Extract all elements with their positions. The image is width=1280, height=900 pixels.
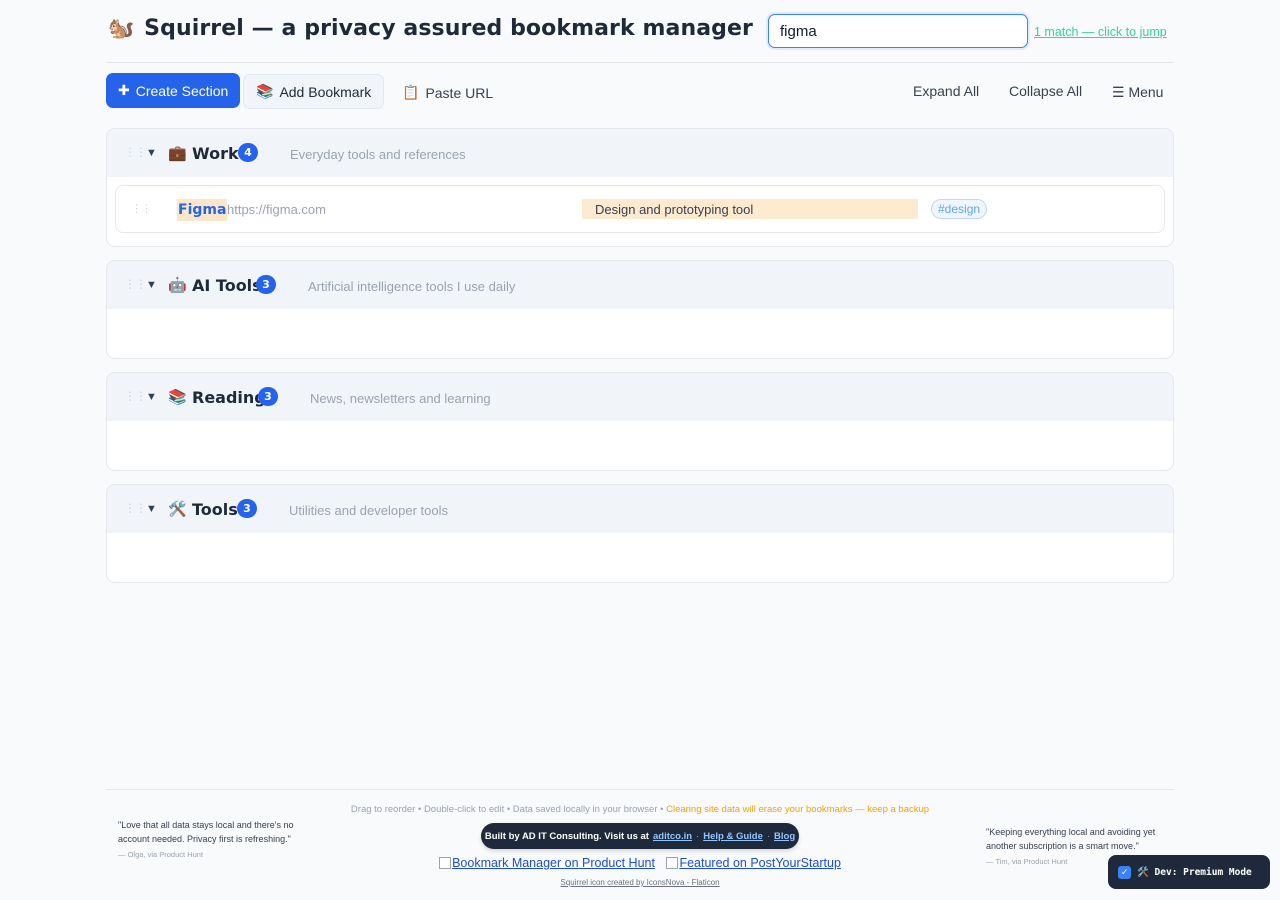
section-description: News, newsletters and learning [310, 391, 491, 406]
expand-all-button[interactable]: Expand All [901, 73, 991, 108]
separator: · [766, 830, 771, 842]
blog-link[interactable]: Blog [774, 831, 795, 842]
product-hunt-link[interactable]: Bookmark Manager on Product Hunt [439, 856, 655, 870]
count-badge: 3 [258, 387, 278, 406]
menu-button[interactable]: ☰ Menu [1100, 75, 1175, 110]
footer-hint: Drag to reorder • Double-click to edit •… [0, 804, 1280, 815]
plus-icon: ✚ [118, 82, 130, 98]
app-title: 🐿️ Squirrel — a privacy assured bookmark… [108, 16, 753, 41]
icon-credit: Squirrel icon created by IconsNova - Fla… [0, 878, 1280, 887]
collapse-all-button[interactable]: Collapse All [997, 73, 1094, 108]
built-by-banner: Built by AD IT Consulting. Visit us at a… [481, 823, 799, 849]
drag-handle-icon[interactable]: ⋮⋮ [131, 202, 152, 215]
section-description: Everyday tools and references [290, 147, 466, 162]
testimonial-author: — Olga, via Product Hunt [118, 850, 204, 859]
page-title: Squirrel — a privacy assured bookmark ma… [144, 16, 753, 41]
product-hunt-label: Bookmark Manager on Product Hunt [452, 856, 655, 870]
count-badge: 4 [238, 143, 258, 162]
search-match-link[interactable]: 1 match — click to jump [1034, 25, 1167, 39]
drag-handle-icon[interactable]: ⋮⋮ [124, 502, 147, 514]
testimonial-text: "Love that all data stays local and ther… [118, 820, 294, 844]
count-badge: 3 [237, 499, 257, 518]
section-header[interactable]: ⋮⋮ ▼ 📚 Reading 3 News, newsletters and l… [107, 373, 1173, 421]
section-tools: ⋮⋮ ▼ 🛠️ Tools 3 Utilities and developer … [106, 484, 1174, 583]
help-guide-link[interactable]: Help & Guide [703, 831, 763, 842]
collapse-toggle-icon[interactable]: ▼ [146, 391, 157, 403]
broken-image-icon [666, 857, 679, 869]
section-title: AI Tools [192, 276, 262, 295]
site-link[interactable]: aditco.in [653, 831, 692, 842]
footer-warning: Clearing site data will erase your bookm… [666, 804, 930, 815]
broken-image-icon [439, 857, 452, 869]
briefcase-icon: 💼 [168, 145, 187, 162]
bookmark-tag[interactable]: #design [931, 199, 988, 219]
drag-handle-icon[interactable]: ⋮⋮ [124, 278, 147, 290]
clipboard-icon: 📋 [402, 84, 420, 100]
collapse-toggle-icon[interactable]: ▼ [146, 147, 157, 159]
bookmark-name[interactable]: Figma [177, 199, 228, 221]
section-ai-tools: ⋮⋮ ▼ 🤖 AI Tools 3 Artificial intelligenc… [106, 260, 1174, 359]
separator: · [696, 830, 700, 842]
robot-icon: 🤖 [168, 277, 187, 294]
header: 🐿️ Squirrel — a privacy assured bookmark… [106, 0, 1174, 63]
collapse-toggle-icon[interactable]: ▼ [146, 279, 157, 291]
section-title: Work [192, 144, 239, 163]
bookmark-row[interactable]: ⋮⋮ Figma https://figma.com Design and pr… [115, 185, 1165, 233]
add-bookmark-label: Add Bookmark [279, 83, 372, 100]
count-badge: 3 [256, 275, 276, 294]
paste-url-button[interactable]: 📋 Paste URL [390, 75, 505, 110]
footer-hint-text: Drag to reorder • Double-click to edit •… [350, 804, 667, 815]
collapse-toggle-icon[interactable]: ▼ [146, 503, 157, 515]
drag-handle-icon[interactable]: ⋮⋮ [124, 146, 147, 158]
section-description: Artificial intelligence tools I use dail… [308, 279, 516, 294]
dev-toggle-label: 🛠️ Dev: Premium Mode [1137, 866, 1252, 878]
paste-url-label: Paste URL [425, 84, 494, 101]
books-icon: 📚 [168, 389, 187, 406]
section-work: ⋮⋮ ▼ 💼 Work 4 Everyday tools and referen… [106, 128, 1174, 247]
bookmark-url: https://figma.com [227, 202, 326, 217]
section-header[interactable]: ⋮⋮ ▼ 🤖 AI Tools 3 Artificial intelligenc… [107, 261, 1173, 309]
postyourstartup-link[interactable]: Featured on PostYourStartup [666, 856, 841, 870]
section-title: Tools [192, 500, 238, 519]
dev-premium-toggle[interactable]: ✓ 🛠️ Dev: Premium Mode [1108, 855, 1270, 889]
books-icon: 📚 [256, 83, 274, 99]
search-input[interactable] [768, 14, 1028, 48]
tools-icon: 🛠️ [168, 501, 187, 518]
testimonial-text: "Keeping everything local and avoiding y… [986, 827, 1156, 851]
built-by-text: Built by AD IT Consulting. Visit us at [484, 830, 649, 842]
squirrel-logo-icon: 🐿️ [108, 17, 135, 40]
icon-credit-link[interactable]: Squirrel icon created by IconsNova - Fla… [560, 878, 719, 887]
postyourstartup-label: Featured on PostYourStartup [679, 856, 841, 870]
section-reading: ⋮⋮ ▼ 📚 Reading 3 News, newsletters and l… [106, 372, 1174, 471]
testimonial-left: "Love that all data stays local and ther… [118, 818, 296, 862]
add-bookmark-button[interactable]: 📚 Add Bookmark [243, 74, 385, 109]
create-section-button[interactable]: ✚ Create Section [106, 73, 241, 108]
section-description: Utilities and developer tools [289, 503, 448, 518]
footer-divider [106, 789, 1174, 790]
section-header[interactable]: ⋮⋮ ▼ 💼 Work 4 Everyday tools and referen… [107, 129, 1173, 177]
toolbar: ✚ Create Section 📚 Add Bookmark 📋 Paste … [106, 73, 1174, 109]
bookmark-description: Design and prototyping tool [582, 199, 918, 219]
drag-handle-icon[interactable]: ⋮⋮ [124, 390, 147, 402]
section-header[interactable]: ⋮⋮ ▼ 🛠️ Tools 3 Utilities and developer … [107, 485, 1173, 533]
section-title: Reading [192, 388, 266, 407]
create-section-label: Create Section [135, 82, 229, 99]
checkbox-checked-icon[interactable]: ✓ [1118, 865, 1131, 879]
